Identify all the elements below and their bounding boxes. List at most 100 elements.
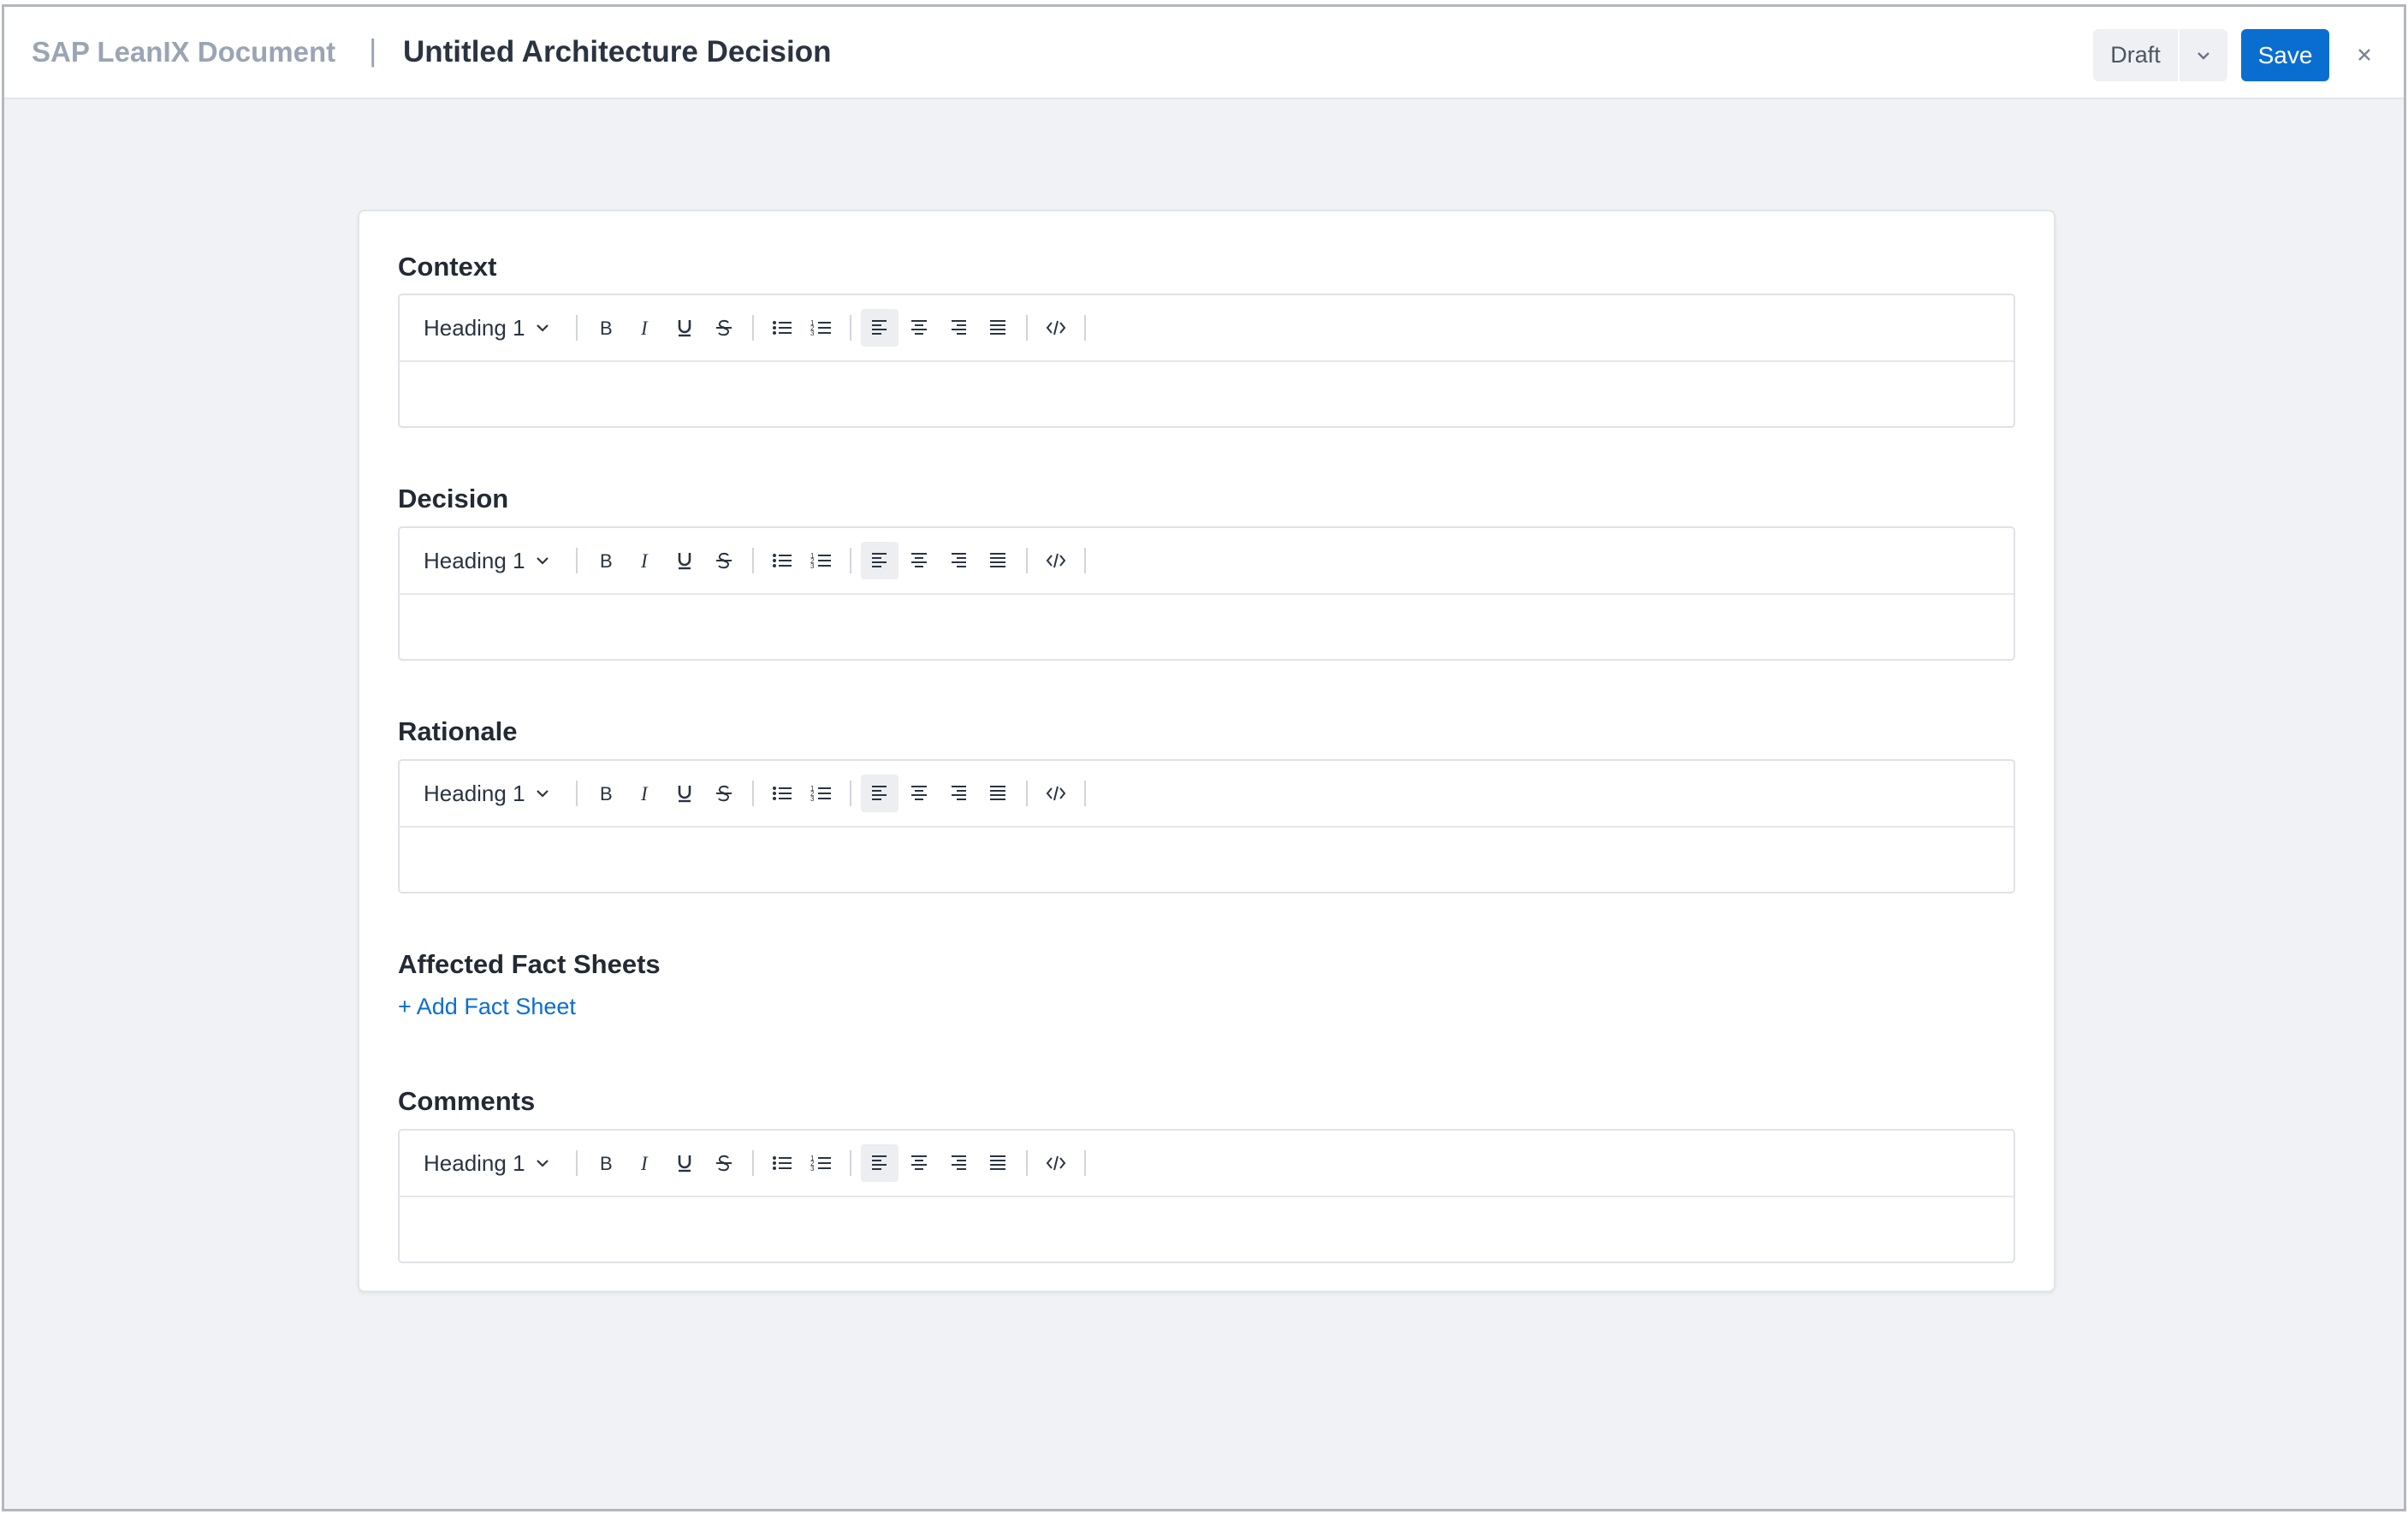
document-card: Context Heading 1 B I 123 Decision Headi… — [358, 210, 2055, 1292]
toolbar-divider — [1084, 548, 1086, 573]
brand-name: SAP LeanIX Document — [32, 36, 336, 68]
strikethrough-icon[interactable] — [705, 1144, 743, 1182]
status-dropdown[interactable]: Draft — [2093, 29, 2227, 81]
chevron-down-icon — [536, 324, 549, 332]
toolbar-divider — [576, 315, 578, 341]
chevron-down-icon — [536, 790, 549, 798]
bold-icon[interactable]: B — [587, 542, 625, 579]
section-title-context: Context — [398, 252, 497, 282]
app-window: SAP LeanIX Document | Untitled Architect… — [2, 4, 2406, 1511]
block-format-select[interactable]: Heading 1 — [424, 315, 559, 341]
block-format-value: Heading 1 — [424, 314, 525, 341]
underline-icon[interactable] — [666, 775, 703, 812]
section-title-decision: Decision — [398, 484, 509, 514]
rich-text-editor-context: Heading 1 B I 123 — [398, 294, 2015, 428]
underline-icon[interactable] — [666, 542, 703, 579]
toolbar-divider — [1084, 315, 1086, 341]
svg-text:I: I — [640, 318, 649, 338]
numbered-list-icon[interactable]: 123 — [803, 309, 840, 347]
align-left-icon[interactable] — [861, 775, 899, 812]
align-center-icon[interactable] — [900, 542, 938, 579]
svg-text:3: 3 — [810, 795, 815, 803]
block-format-value: Heading 1 — [424, 547, 525, 573]
align-right-icon[interactable] — [940, 1144, 977, 1182]
toolbar-divider — [752, 781, 754, 806]
block-format-select[interactable]: Heading 1 — [424, 1150, 559, 1177]
strikethrough-icon[interactable] — [705, 542, 743, 579]
rich-text-editor-rationale: Heading 1 B I 123 — [398, 759, 2015, 894]
block-format-select[interactable]: Heading 1 — [424, 781, 559, 807]
toolbar-divider — [576, 548, 578, 573]
bullet-list-icon[interactable] — [763, 1144, 801, 1182]
block-format-value: Heading 1 — [424, 780, 525, 806]
svg-text:B: B — [600, 550, 613, 571]
align-left-icon[interactable] — [861, 309, 899, 347]
bullet-list-icon[interactable] — [763, 309, 801, 347]
block-format-select[interactable]: Heading 1 — [424, 548, 559, 574]
align-center-icon[interactable] — [900, 1144, 938, 1182]
numbered-list-icon[interactable]: 123 — [803, 1144, 840, 1182]
align-right-icon[interactable] — [940, 309, 977, 347]
align-left-icon[interactable] — [861, 1144, 899, 1182]
svg-text:B: B — [600, 1153, 613, 1173]
italic-icon[interactable]: I — [626, 542, 664, 579]
code-icon[interactable] — [1037, 542, 1075, 579]
bullet-list-icon[interactable] — [763, 775, 801, 812]
toolbar-divider — [1026, 781, 1028, 806]
numbered-list-icon[interactable]: 123 — [803, 542, 840, 579]
italic-icon[interactable]: I — [626, 775, 664, 812]
editor-toolbar: Heading 1 B I 123 — [400, 295, 2014, 362]
bullet-list-icon[interactable] — [763, 542, 801, 579]
editor-toolbar: Heading 1 B I 123 — [400, 761, 2014, 828]
editor-content[interactable] — [400, 362, 2014, 426]
svg-text:I: I — [640, 1153, 649, 1173]
status-label[interactable]: Draft — [2093, 29, 2180, 81]
italic-icon[interactable]: I — [626, 1144, 664, 1182]
strikethrough-icon[interactable] — [705, 309, 743, 347]
toolbar-divider — [576, 781, 578, 806]
editor-content[interactable] — [400, 828, 2014, 892]
save-button[interactable]: Save — [2241, 29, 2329, 81]
svg-text:I: I — [640, 783, 649, 804]
underline-icon[interactable] — [666, 309, 703, 347]
italic-icon[interactable]: I — [626, 309, 664, 347]
editor-toolbar: Heading 1 B I 123 — [400, 1131, 2014, 1197]
toolbar-divider — [850, 781, 851, 806]
editor-toolbar: Heading 1 B I 123 — [400, 528, 2014, 595]
align-left-icon[interactable] — [861, 542, 899, 579]
align-right-icon[interactable] — [940, 775, 977, 812]
rich-text-editor-comments: Heading 1 B I 123 — [398, 1129, 2015, 1263]
align-center-icon[interactable] — [900, 775, 938, 812]
toolbar-divider — [1026, 1150, 1028, 1176]
align-justify-icon[interactable] — [979, 309, 1017, 347]
section-title-rationale: Rationale — [398, 716, 518, 746]
align-justify-icon[interactable] — [979, 542, 1017, 579]
svg-text:B: B — [600, 318, 613, 338]
bold-icon[interactable]: B — [587, 1144, 625, 1182]
close-icon[interactable] — [2349, 39, 2380, 70]
toolbar-divider — [1026, 315, 1028, 341]
svg-text:3: 3 — [810, 562, 815, 570]
align-justify-icon[interactable] — [979, 1144, 1017, 1182]
code-icon[interactable] — [1037, 1144, 1075, 1182]
align-center-icon[interactable] — [900, 309, 938, 347]
numbered-list-icon[interactable]: 123 — [803, 775, 840, 812]
bold-icon[interactable]: B — [587, 309, 625, 347]
bold-icon[interactable]: B — [587, 775, 625, 812]
toolbar-divider — [752, 548, 754, 573]
editor-content[interactable] — [400, 595, 2014, 659]
chevron-down-icon[interactable] — [2180, 29, 2227, 81]
align-justify-icon[interactable] — [979, 775, 1017, 812]
add-fact-sheet-link[interactable]: + Add Fact Sheet — [398, 994, 576, 1020]
document-title: Untitled Architecture Decision — [403, 35, 832, 68]
code-icon[interactable] — [1037, 775, 1075, 812]
toolbar-divider — [850, 548, 851, 573]
code-icon[interactable] — [1037, 309, 1075, 347]
strikethrough-icon[interactable] — [705, 775, 743, 812]
underline-icon[interactable] — [666, 1144, 703, 1182]
toolbar-divider — [752, 1150, 754, 1176]
align-right-icon[interactable] — [940, 542, 977, 579]
toolbar-divider — [1084, 1150, 1086, 1176]
chevron-down-icon — [536, 1160, 549, 1167]
editor-content[interactable] — [400, 1197, 2014, 1262]
